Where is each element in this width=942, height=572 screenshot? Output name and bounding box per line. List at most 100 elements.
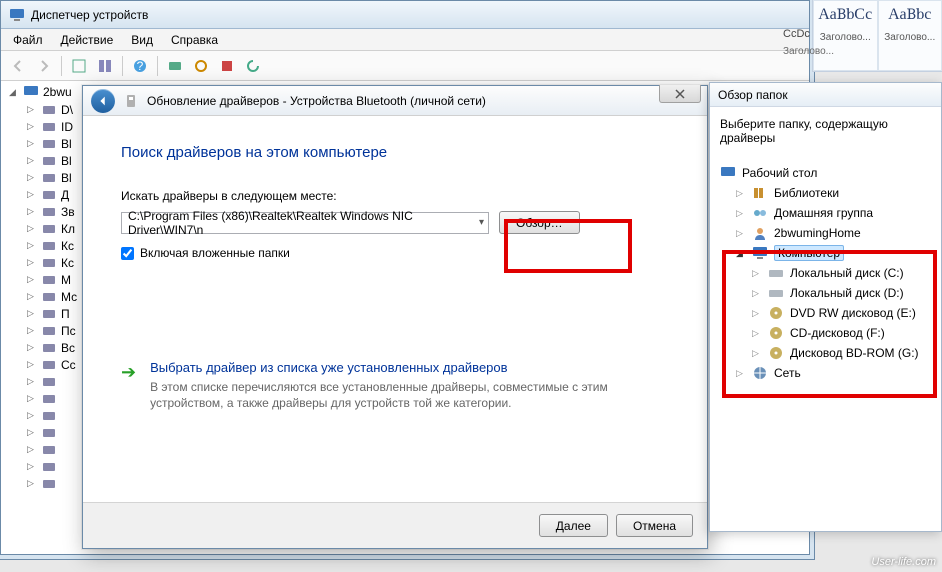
tb-icon-2[interactable]	[94, 55, 116, 77]
folder-tree[interactable]: Рабочий стол ▷ Библиотеки ▷ Домашняя гру…	[720, 163, 931, 383]
expand-icon[interactable]: ▷	[27, 376, 37, 387]
expand-icon[interactable]: ▷	[752, 288, 762, 299]
tb-uninstall-icon[interactable]	[216, 55, 238, 77]
tree-root[interactable]: ◢ 2bwu	[9, 85, 89, 99]
expand-icon[interactable]: ▷	[27, 444, 37, 455]
tree-item[interactable]: ▷Д	[27, 186, 89, 203]
choose-driver-link[interactable]: ➔ Выбрать драйвер из списка уже установл…	[121, 360, 669, 411]
menu-action[interactable]: Действие	[53, 31, 122, 49]
style-cell-2[interactable]: АаBbс Заголово...	[878, 0, 942, 71]
browse-titlebar[interactable]: Обзор папок	[710, 83, 941, 107]
tree-item[interactable]: ▷	[27, 424, 89, 441]
cancel-button[interactable]: Отмена	[616, 514, 693, 537]
expand-icon[interactable]: ▷	[736, 208, 746, 219]
collapse-icon[interactable]: ◢	[736, 248, 746, 259]
menu-help[interactable]: Справка	[163, 31, 226, 49]
tree-homegroup[interactable]: ▷ Домашняя группа	[720, 203, 931, 223]
disk-icon	[768, 266, 784, 280]
tree-item[interactable]: ▷Bl	[27, 135, 89, 152]
tree-item[interactable]: ▷	[27, 407, 89, 424]
tree-item[interactable]: ▷	[27, 373, 89, 390]
expand-icon[interactable]: ▷	[27, 257, 37, 268]
expand-icon[interactable]: ▷	[27, 393, 37, 404]
tb-help-icon[interactable]: ?	[129, 55, 151, 77]
expand-icon[interactable]: ▷	[27, 104, 37, 115]
tb-scan-icon[interactable]	[164, 55, 186, 77]
devmgr-titlebar[interactable]: Диспетчер устройств	[1, 1, 809, 29]
expand-icon[interactable]: ▷	[27, 427, 37, 438]
expand-icon[interactable]: ▷	[27, 172, 37, 183]
tree-item[interactable]: ▷Bl	[27, 169, 89, 186]
nav-back-icon[interactable]	[7, 55, 29, 77]
expand-icon[interactable]: ▷	[736, 368, 746, 379]
expand-icon[interactable]: ▷	[27, 189, 37, 200]
tree-item[interactable]: ▷ID	[27, 118, 89, 135]
tree-disk-c[interactable]: ▷ Локальный диск (C:)	[720, 263, 931, 283]
tree-item[interactable]: ▷Мс	[27, 288, 89, 305]
expand-icon[interactable]: ▷	[27, 291, 37, 302]
tree-item[interactable]: ▷Кс	[27, 237, 89, 254]
expand-icon[interactable]: ▷	[27, 342, 37, 353]
tree-item[interactable]: ▷Кс	[27, 254, 89, 271]
close-button[interactable]	[659, 85, 701, 103]
tb-icon-1[interactable]	[68, 55, 90, 77]
style-cell-1[interactable]: АаBbСс Заголово...	[813, 0, 878, 71]
browse-button[interactable]: Обзор…	[499, 211, 580, 234]
expand-icon[interactable]: ▷	[27, 121, 37, 132]
dlg-titlebar[interactable]: Обновление драйверов - Устройства Blueto…	[83, 86, 707, 116]
tree-libraries[interactable]: ▷ Библиотеки	[720, 183, 931, 203]
tree-desktop[interactable]: Рабочий стол	[720, 163, 931, 183]
include-sub-checkbox[interactable]	[121, 247, 134, 260]
tree-item[interactable]: ▷М	[27, 271, 89, 288]
expand-icon[interactable]: ▷	[752, 308, 762, 319]
tree-bd[interactable]: ▷ Дисковод BD-ROM (G:)	[720, 343, 931, 363]
tree-item[interactable]: ▷Bl	[27, 152, 89, 169]
include-sub-row[interactable]: Включая вложенные папки	[121, 246, 669, 260]
tree-item[interactable]: ▷	[27, 390, 89, 407]
expand-icon[interactable]: ▷	[27, 308, 37, 319]
expand-icon[interactable]: ▷	[27, 240, 37, 251]
nav-fwd-icon[interactable]	[33, 55, 55, 77]
path-combo[interactable]: C:\Program Files (x86)\Realtek\Realtek W…	[121, 212, 489, 234]
tb-refresh-icon[interactable]	[242, 55, 264, 77]
tree-item[interactable]: ▷D\	[27, 101, 89, 118]
tb-update-icon[interactable]	[190, 55, 212, 77]
tree-disk-d[interactable]: ▷ Локальный диск (D:)	[720, 283, 931, 303]
expand-icon[interactable]: ▷	[736, 228, 746, 239]
expand-icon[interactable]: ▷	[27, 206, 37, 217]
expand-icon[interactable]: ▷	[752, 348, 762, 359]
tree-cd[interactable]: ▷ CD-дисковод (F:)	[720, 323, 931, 343]
next-button[interactable]: Далее	[539, 514, 608, 537]
expand-icon[interactable]: ▷	[27, 410, 37, 421]
back-button[interactable]	[91, 89, 115, 113]
expand-icon[interactable]: ▷	[27, 359, 37, 370]
tree-dvd[interactable]: ▷ DVD RW дисковод (E:)	[720, 303, 931, 323]
device-tree[interactable]: ◢ 2bwu ▷D\▷ID▷Bl▷Bl▷Bl▷Д▷Зв▷Кл▷Кс▷Кс▷М▷М…	[9, 85, 89, 530]
expand-icon[interactable]: ▷	[752, 328, 762, 339]
tree-item[interactable]: ▷Сс	[27, 356, 89, 373]
tree-computer[interactable]: ◢ Компьютер	[720, 243, 931, 263]
expand-icon[interactable]: ▷	[27, 155, 37, 166]
tree-item[interactable]: ▷Вс	[27, 339, 89, 356]
expand-icon[interactable]: ▷	[752, 268, 762, 279]
expand-icon[interactable]: ▷	[27, 478, 37, 489]
tree-item[interactable]: ▷	[27, 475, 89, 492]
expand-icon[interactable]: ▷	[27, 461, 37, 472]
expand-icon[interactable]: ▷	[27, 223, 37, 234]
tree-user[interactable]: ▷ 2bwumingHome	[720, 223, 931, 243]
expand-icon[interactable]: ▷	[736, 188, 746, 199]
tree-item[interactable]: ▷Зв	[27, 203, 89, 220]
tree-item[interactable]: ▷	[27, 458, 89, 475]
device-icon	[41, 239, 57, 253]
menu-file[interactable]: Файл	[5, 31, 51, 49]
menu-view[interactable]: Вид	[123, 31, 161, 49]
tree-item[interactable]: ▷Пс	[27, 322, 89, 339]
tree-item[interactable]: ▷Кл	[27, 220, 89, 237]
expand-icon[interactable]: ◢	[9, 87, 19, 98]
tree-item[interactable]: ▷П	[27, 305, 89, 322]
tree-item[interactable]: ▷	[27, 441, 89, 458]
expand-icon[interactable]: ▷	[27, 138, 37, 149]
expand-icon[interactable]: ▷	[27, 325, 37, 336]
expand-icon[interactable]: ▷	[27, 274, 37, 285]
tree-network[interactable]: ▷ Сеть	[720, 363, 931, 383]
